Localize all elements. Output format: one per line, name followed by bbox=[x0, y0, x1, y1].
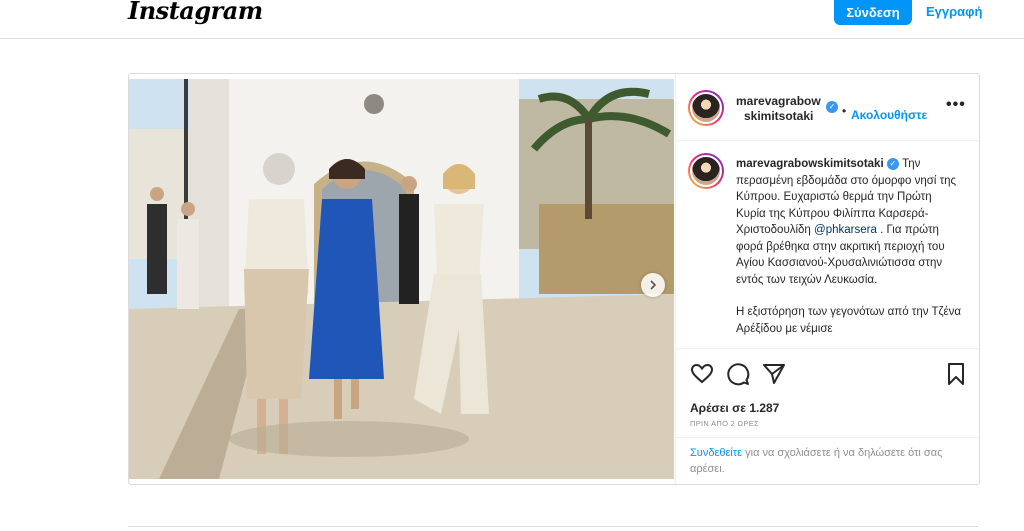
signup-link[interactable]: Εγγραφή bbox=[926, 4, 982, 19]
caption-paragraph-2: Η εξιστόρηση των γεγονότων από την Τζένα… bbox=[736, 306, 962, 335]
separator-dot: • bbox=[842, 104, 847, 118]
author-username-line2[interactable]: skimitsotaki bbox=[736, 109, 831, 124]
comment-icon[interactable] bbox=[726, 362, 750, 386]
author-avatar[interactable] bbox=[688, 90, 724, 126]
post-caption: marevagrabowskimitsotaki ✓ Την περασμένη… bbox=[736, 156, 964, 347]
top-navigation-bar: Instagram Σύνδεση Εγγραφή bbox=[0, 0, 1024, 39]
chevron-right-icon bbox=[648, 280, 658, 290]
follow-button[interactable]: Ακολουθήστε bbox=[851, 108, 927, 122]
caption-username[interactable]: marevagrabowskimitsotaki bbox=[736, 158, 884, 170]
heart-icon[interactable] bbox=[690, 362, 714, 386]
bookmark-icon[interactable] bbox=[944, 362, 968, 386]
caption-section: marevagrabowskimitsotaki ✓ Την περασμένη… bbox=[676, 141, 979, 347]
caption-author-avatar[interactable] bbox=[688, 153, 724, 189]
post-sidebar: marevagrabow skimitsotaki ✓ • Ακολουθήστ… bbox=[675, 74, 979, 484]
author-username[interactable]: marevagrabow skimitsotaki bbox=[736, 94, 831, 124]
photo-illustration bbox=[129, 79, 674, 479]
login-button[interactable]: Σύνδεση bbox=[834, 0, 912, 25]
divider bbox=[128, 526, 978, 527]
post-timestamp[interactable]: ΠΡΙΝ ΑΠΟ 2 ΩΡΕΣ bbox=[690, 419, 759, 428]
post-actions: Αρέσει σε 1.287 ΠΡΙΝ ΑΠΟ 2 ΩΡΕΣ Συνδεθεί… bbox=[676, 348, 979, 484]
instagram-logo[interactable]: Instagram bbox=[128, 0, 263, 25]
comment-prompt-text: Συνδεθείτε για να σχολιάσετε ή να δηλώσε… bbox=[690, 445, 960, 477]
next-photo-button[interactable] bbox=[641, 273, 665, 297]
post-header: marevagrabow skimitsotaki ✓ • Ακολουθήστ… bbox=[676, 74, 979, 141]
comment-prompt: Συνδεθείτε για να σχολιάσετε ή να δηλώσε… bbox=[676, 437, 979, 484]
caption-mention-link[interactable]: @phkarsera bbox=[814, 224, 877, 236]
likes-count[interactable]: Αρέσει σε 1.287 bbox=[690, 401, 779, 415]
post-photo[interactable] bbox=[129, 79, 674, 479]
send-icon[interactable] bbox=[762, 362, 786, 386]
verified-badge-icon: ✓ bbox=[886, 157, 899, 170]
more-options-icon[interactable]: ••• bbox=[946, 96, 966, 114]
author-username-line1[interactable]: marevagrabow bbox=[736, 94, 821, 108]
verified-badge-icon: ✓ bbox=[826, 101, 838, 113]
login-to-comment-link[interactable]: Συνδεθείτε bbox=[690, 447, 742, 459]
post-card: marevagrabow skimitsotaki ✓ • Ακολουθήστ… bbox=[128, 73, 980, 485]
